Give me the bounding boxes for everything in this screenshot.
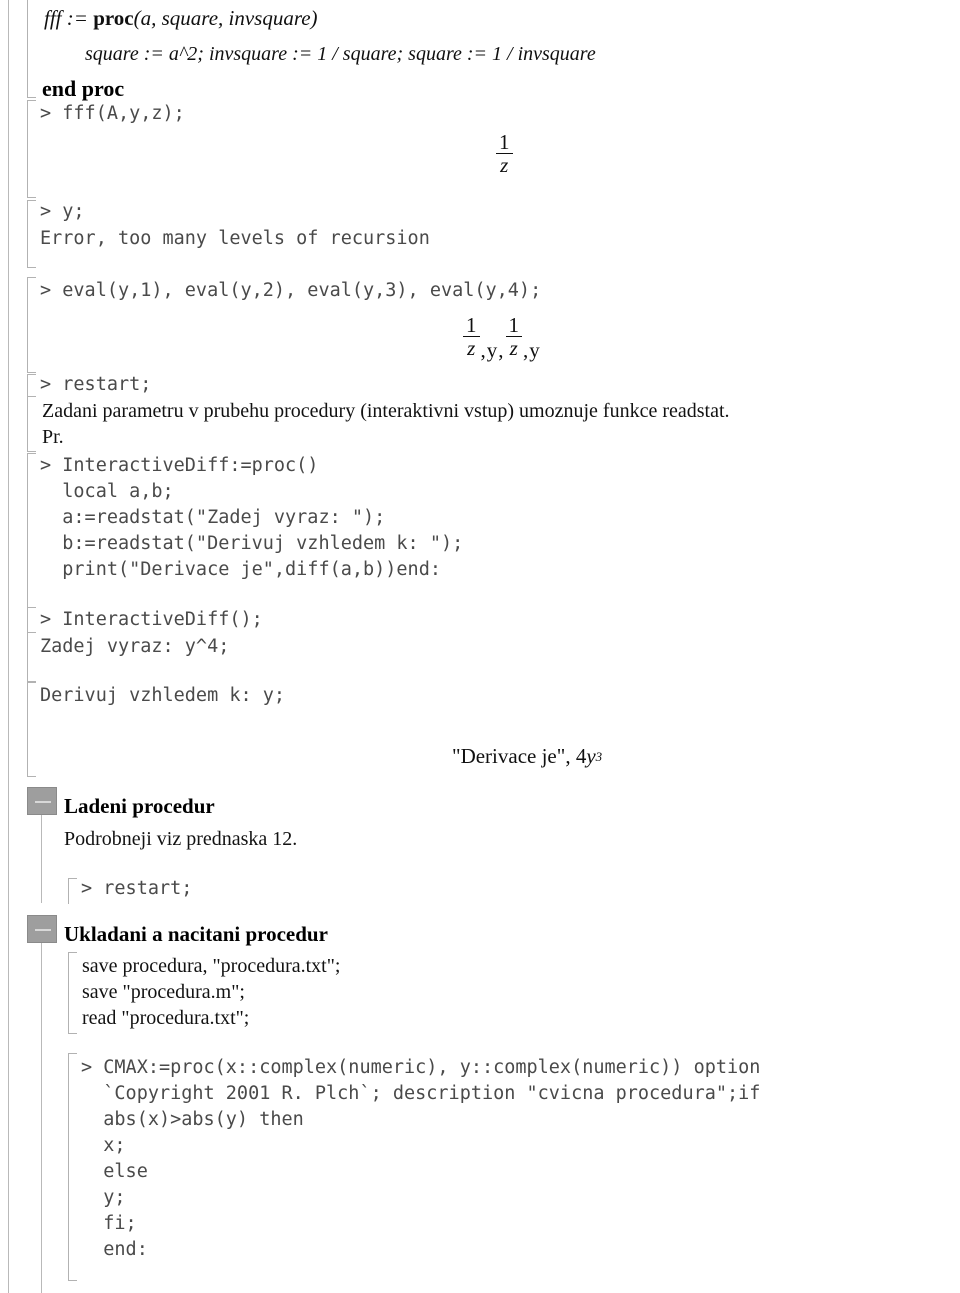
fraction-one-over-z-2: 1 z bbox=[505, 313, 522, 361]
output-error-recursion: Error, too many levels of recursion bbox=[40, 228, 430, 249]
eval-term-y-2: y bbox=[529, 338, 540, 363]
input-cmax-line-5[interactable]: y; bbox=[81, 1185, 125, 1211]
derivace-quoted-text: "Derivace je", 4 bbox=[452, 744, 587, 768]
execution-group-bracket-interactivediff-def[interactable] bbox=[27, 453, 36, 608]
execution-group-bracket-prompt-derivuj[interactable] bbox=[27, 682, 36, 777]
input-interactivediff-def-line-4[interactable]: print("Derivace je",diff(a,b))end: bbox=[40, 557, 441, 583]
proc-def-name: fff bbox=[44, 6, 62, 30]
proc-def-args: (a, square, invsquare) bbox=[133, 6, 318, 30]
fraction-denominator: z bbox=[509, 336, 518, 361]
proc-def-end: end proc bbox=[42, 76, 125, 101]
eval-term-y-1: y bbox=[486, 338, 498, 363]
proc-def-body: square := a^2; invsquare := 1 / square; … bbox=[85, 43, 596, 65]
worksheet-left-rail bbox=[8, 0, 9, 1293]
note-readstat-line-2: Pr. bbox=[42, 426, 64, 448]
section-title-ukladani: Ukladani a nacitani procedur bbox=[64, 922, 328, 946]
input-cmax-line-1[interactable]: `Copyright 2001 R. Plch`; description "c… bbox=[81, 1081, 760, 1107]
execution-group-bracket-note[interactable] bbox=[27, 396, 36, 452]
execution-group-bracket-cmax-def[interactable] bbox=[68, 1053, 77, 1281]
input-cmax-line-3[interactable]: x; bbox=[81, 1133, 125, 1159]
fraction-denominator: z bbox=[467, 336, 476, 361]
proc-def-line1: fff := proc(a, square, invsquare) bbox=[44, 5, 318, 32]
execution-group-bracket-interactivediff-call[interactable] bbox=[27, 607, 36, 633]
input-restart-2[interactable]: > restart; bbox=[81, 876, 192, 902]
section-rail-ladeni bbox=[41, 815, 42, 903]
execution-group-bracket-y[interactable] bbox=[27, 200, 36, 268]
input-interactivediff-def-line-0[interactable]: > InteractiveDiff:=proc() bbox=[40, 453, 318, 479]
section-collapse-toggle-ukladani[interactable] bbox=[27, 915, 57, 943]
derivace-exponent: 3 bbox=[595, 748, 603, 764]
output-one-over-z: 1 z bbox=[495, 130, 514, 178]
execution-group-bracket-fff-call[interactable] bbox=[27, 100, 36, 198]
input-interactivediff-call[interactable]: > InteractiveDiff(); bbox=[40, 607, 263, 633]
input-interactivediff-def-line-1[interactable]: local a,b; bbox=[40, 479, 173, 505]
line-save-procedura-m[interactable]: save "procedura.m"; bbox=[82, 979, 245, 1005]
sequence-separator-2: , bbox=[498, 338, 504, 363]
proc-def-assign: := bbox=[61, 6, 94, 30]
input-interactivediff-def-line-3[interactable]: b:=readstat("Derivuj vzhledem k: "); bbox=[40, 531, 463, 557]
fraction-numerator: 1 bbox=[499, 130, 510, 154]
execution-group-bracket-save-read[interactable] bbox=[68, 952, 77, 1034]
line-read-procedura-txt[interactable]: read "procedura.txt"; bbox=[82, 1005, 249, 1031]
input-eval-line[interactable]: > eval(y,1), eval(y,2), eval(y,3), eval(… bbox=[40, 278, 541, 304]
input-y[interactable]: > y; bbox=[40, 199, 85, 225]
section-collapse-toggle-ladeni[interactable] bbox=[27, 787, 57, 815]
proc-keyword: proc bbox=[93, 6, 134, 30]
input-interactivediff-def-line-2[interactable]: a:=readstat("Zadej vyraz: "); bbox=[40, 505, 385, 531]
section-body-ladeni: Podrobneji viz prednaska 12. bbox=[64, 828, 298, 850]
fraction-numerator: 1 bbox=[508, 313, 520, 337]
line-save-procedura-txt[interactable]: save procedura, "procedura.txt"; bbox=[82, 953, 340, 979]
fraction-one-over-z-1: 1 z bbox=[463, 313, 480, 361]
output-eval-sequence: 1 z , y , 1 z , y bbox=[462, 313, 541, 362]
input-cmax-line-7[interactable]: end: bbox=[81, 1237, 148, 1263]
execution-group-bracket-prompt-zadej[interactable] bbox=[27, 632, 36, 682]
fraction-one-over-z: 1 z bbox=[496, 130, 513, 178]
input-fff-call[interactable]: > fff(A,y,z); bbox=[40, 101, 185, 127]
output-derivace-je: "Derivace je", 4 y3 bbox=[452, 744, 602, 769]
input-cmax-line-0[interactable]: > CMAX:=proc(x::complex(numeric), y::com… bbox=[81, 1055, 760, 1081]
input-restart-1[interactable]: > restart; bbox=[40, 372, 151, 398]
execution-group-bracket-proc-output[interactable] bbox=[27, 0, 36, 98]
section-rail-ukladani bbox=[41, 943, 42, 1293]
input-cmax-line-2[interactable]: abs(x)>abs(y) then bbox=[81, 1107, 304, 1133]
prompt-derivuj-vzhledem[interactable]: Derivuj vzhledem k: y; bbox=[40, 683, 285, 709]
execution-group-bracket-restart-1[interactable] bbox=[27, 374, 36, 400]
note-readstat-line-1: Zadani parametru v prubehu procedury (in… bbox=[42, 400, 730, 422]
fraction-denominator: z bbox=[500, 153, 509, 178]
input-cmax-line-6[interactable]: fi; bbox=[81, 1211, 136, 1237]
execution-group-bracket-eval[interactable] bbox=[27, 277, 36, 373]
derivace-base: y bbox=[586, 744, 596, 768]
section-title-ladeni: Ladeni procedur bbox=[64, 794, 215, 818]
fraction-numerator: 1 bbox=[466, 313, 477, 337]
prompt-zadej-vyraz[interactable]: Zadej vyraz: y^4; bbox=[40, 634, 229, 660]
execution-group-bracket-restart-2[interactable] bbox=[68, 878, 77, 904]
input-cmax-line-4[interactable]: else bbox=[81, 1159, 148, 1185]
